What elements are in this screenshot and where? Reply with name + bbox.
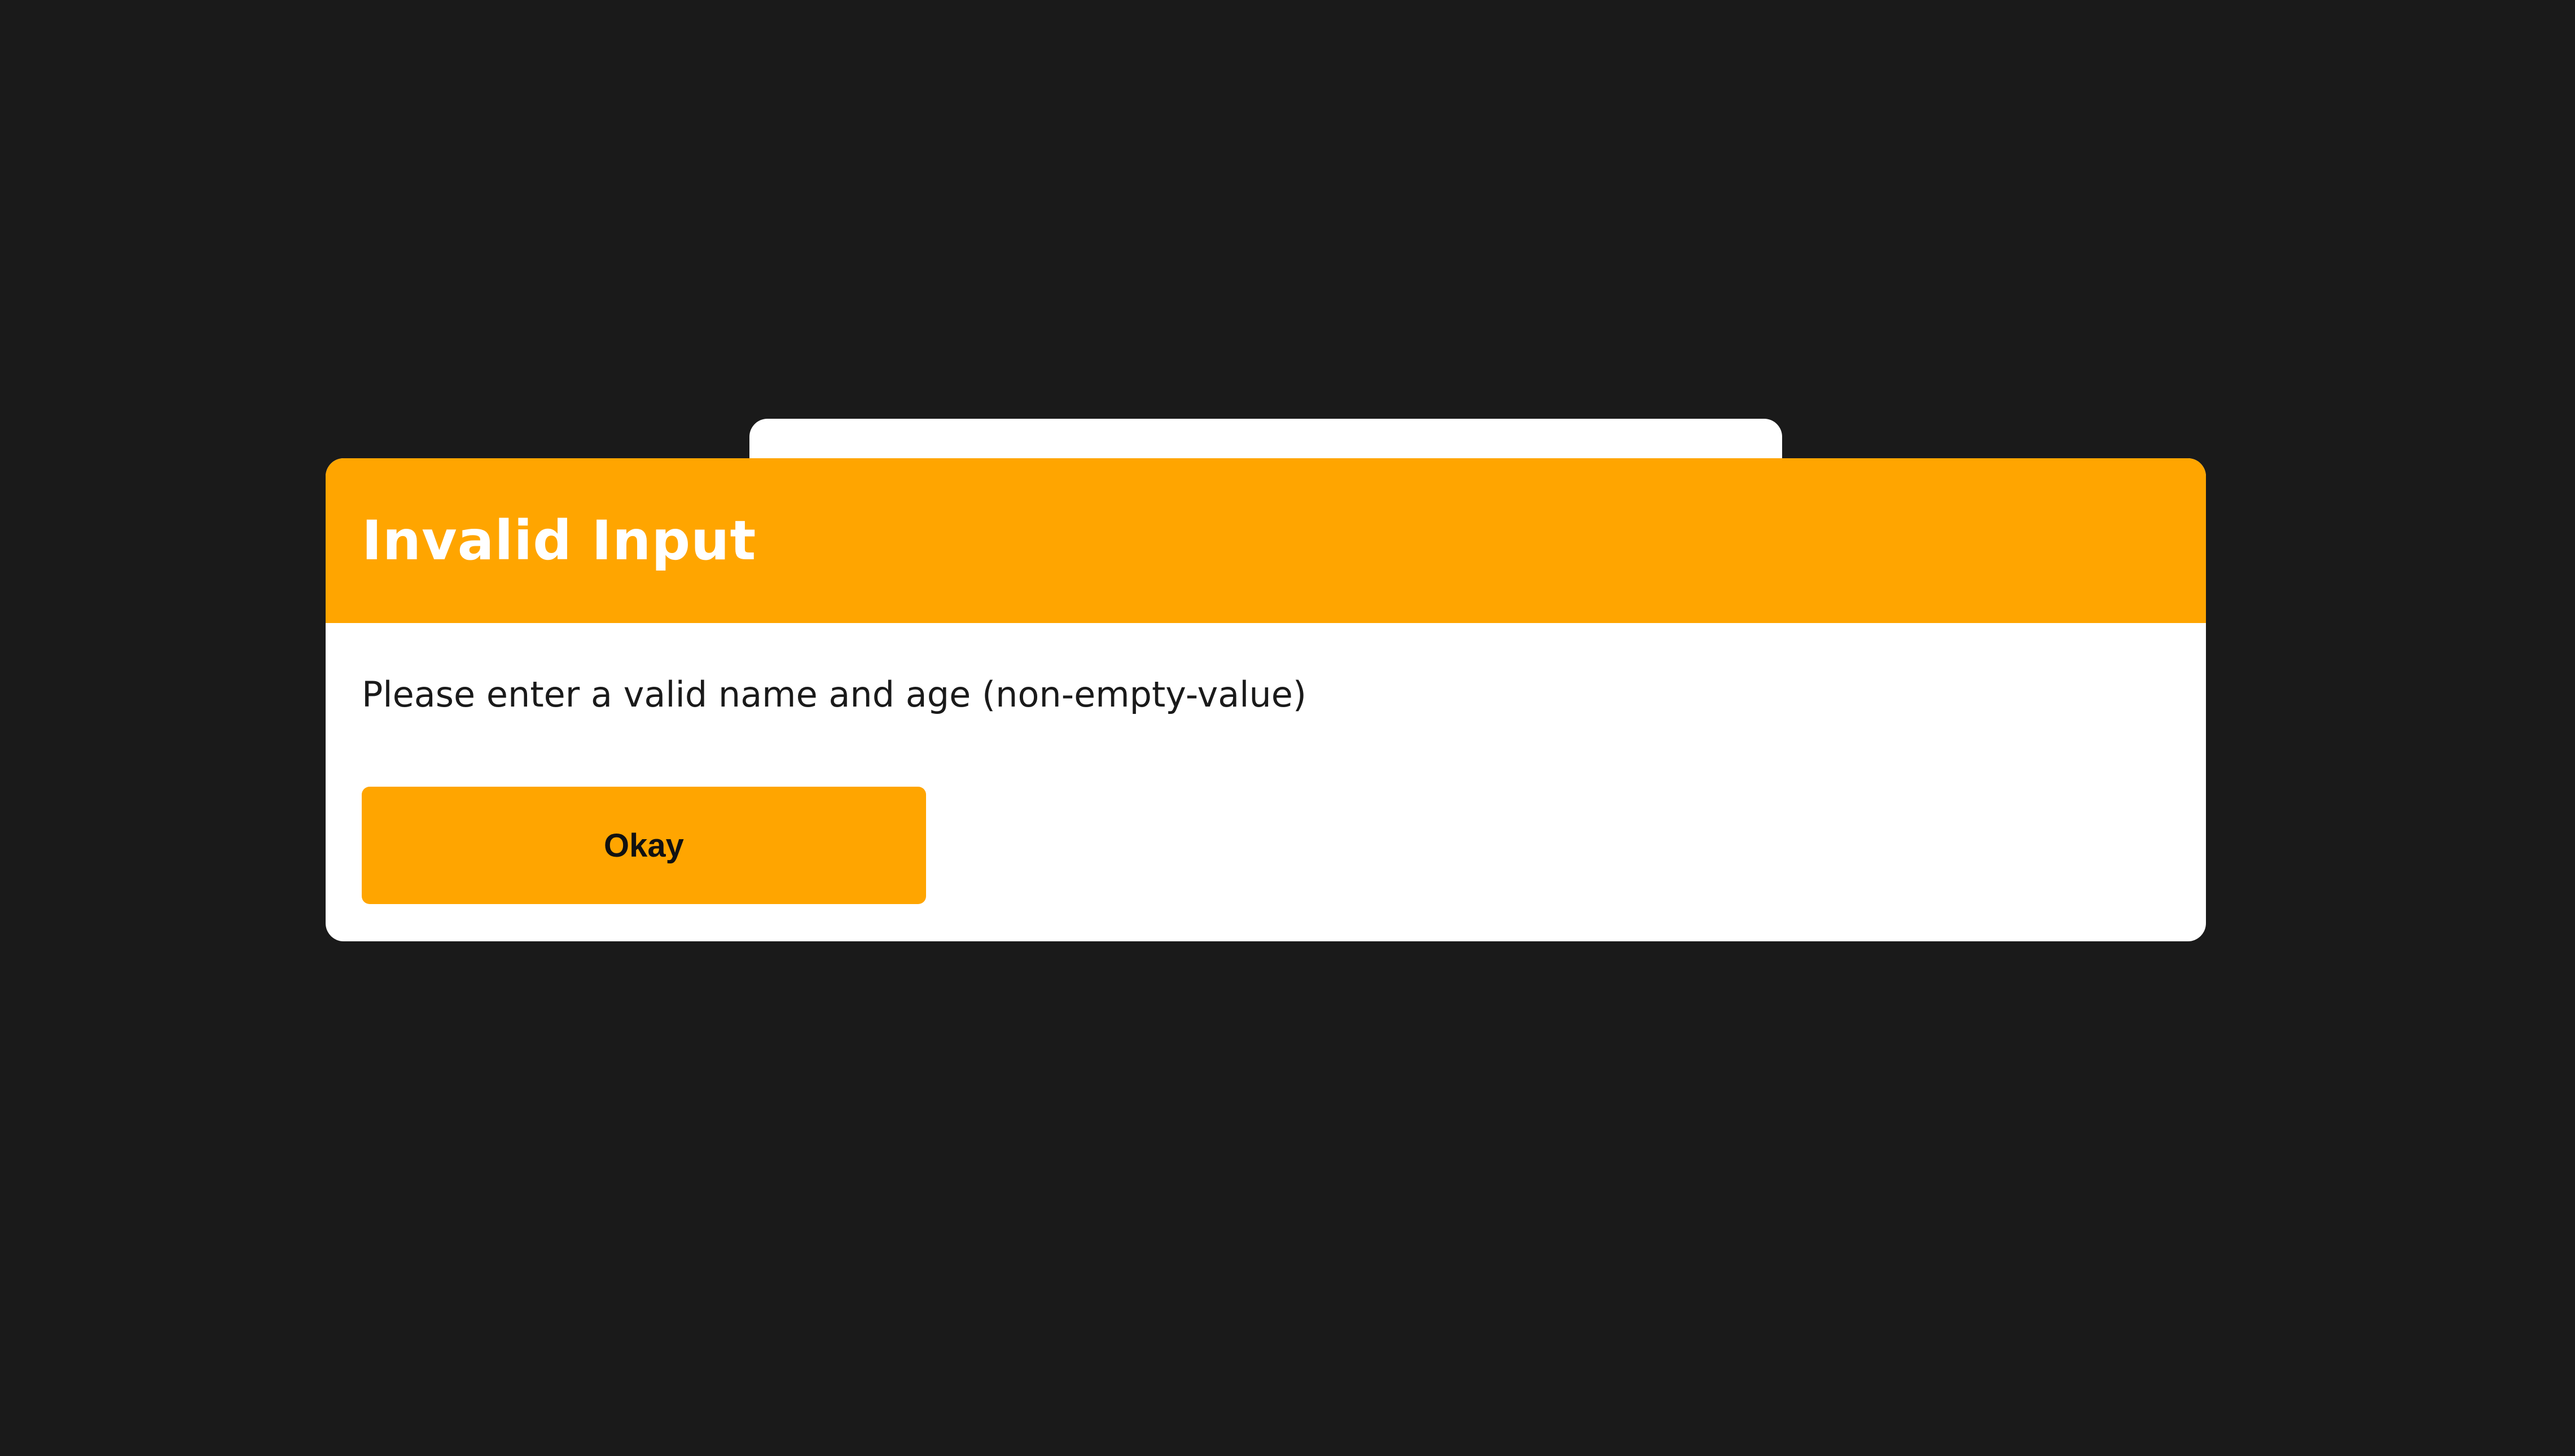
modal-body: Please enter a valid name and age (non-e… [326, 623, 2206, 720]
modal-message: Please enter a valid name and age (non-e… [362, 674, 1307, 715]
error-modal: Invalid Input Please enter a valid name … [326, 458, 2206, 941]
okay-button[interactable]: Okay [362, 787, 926, 904]
modal-title: Invalid Input [362, 509, 757, 572]
page-backdrop: Invalid Input Please enter a valid name … [0, 0, 2575, 1456]
modal-actions: Okay [326, 720, 2206, 904]
modal-header: Invalid Input [326, 458, 2206, 623]
